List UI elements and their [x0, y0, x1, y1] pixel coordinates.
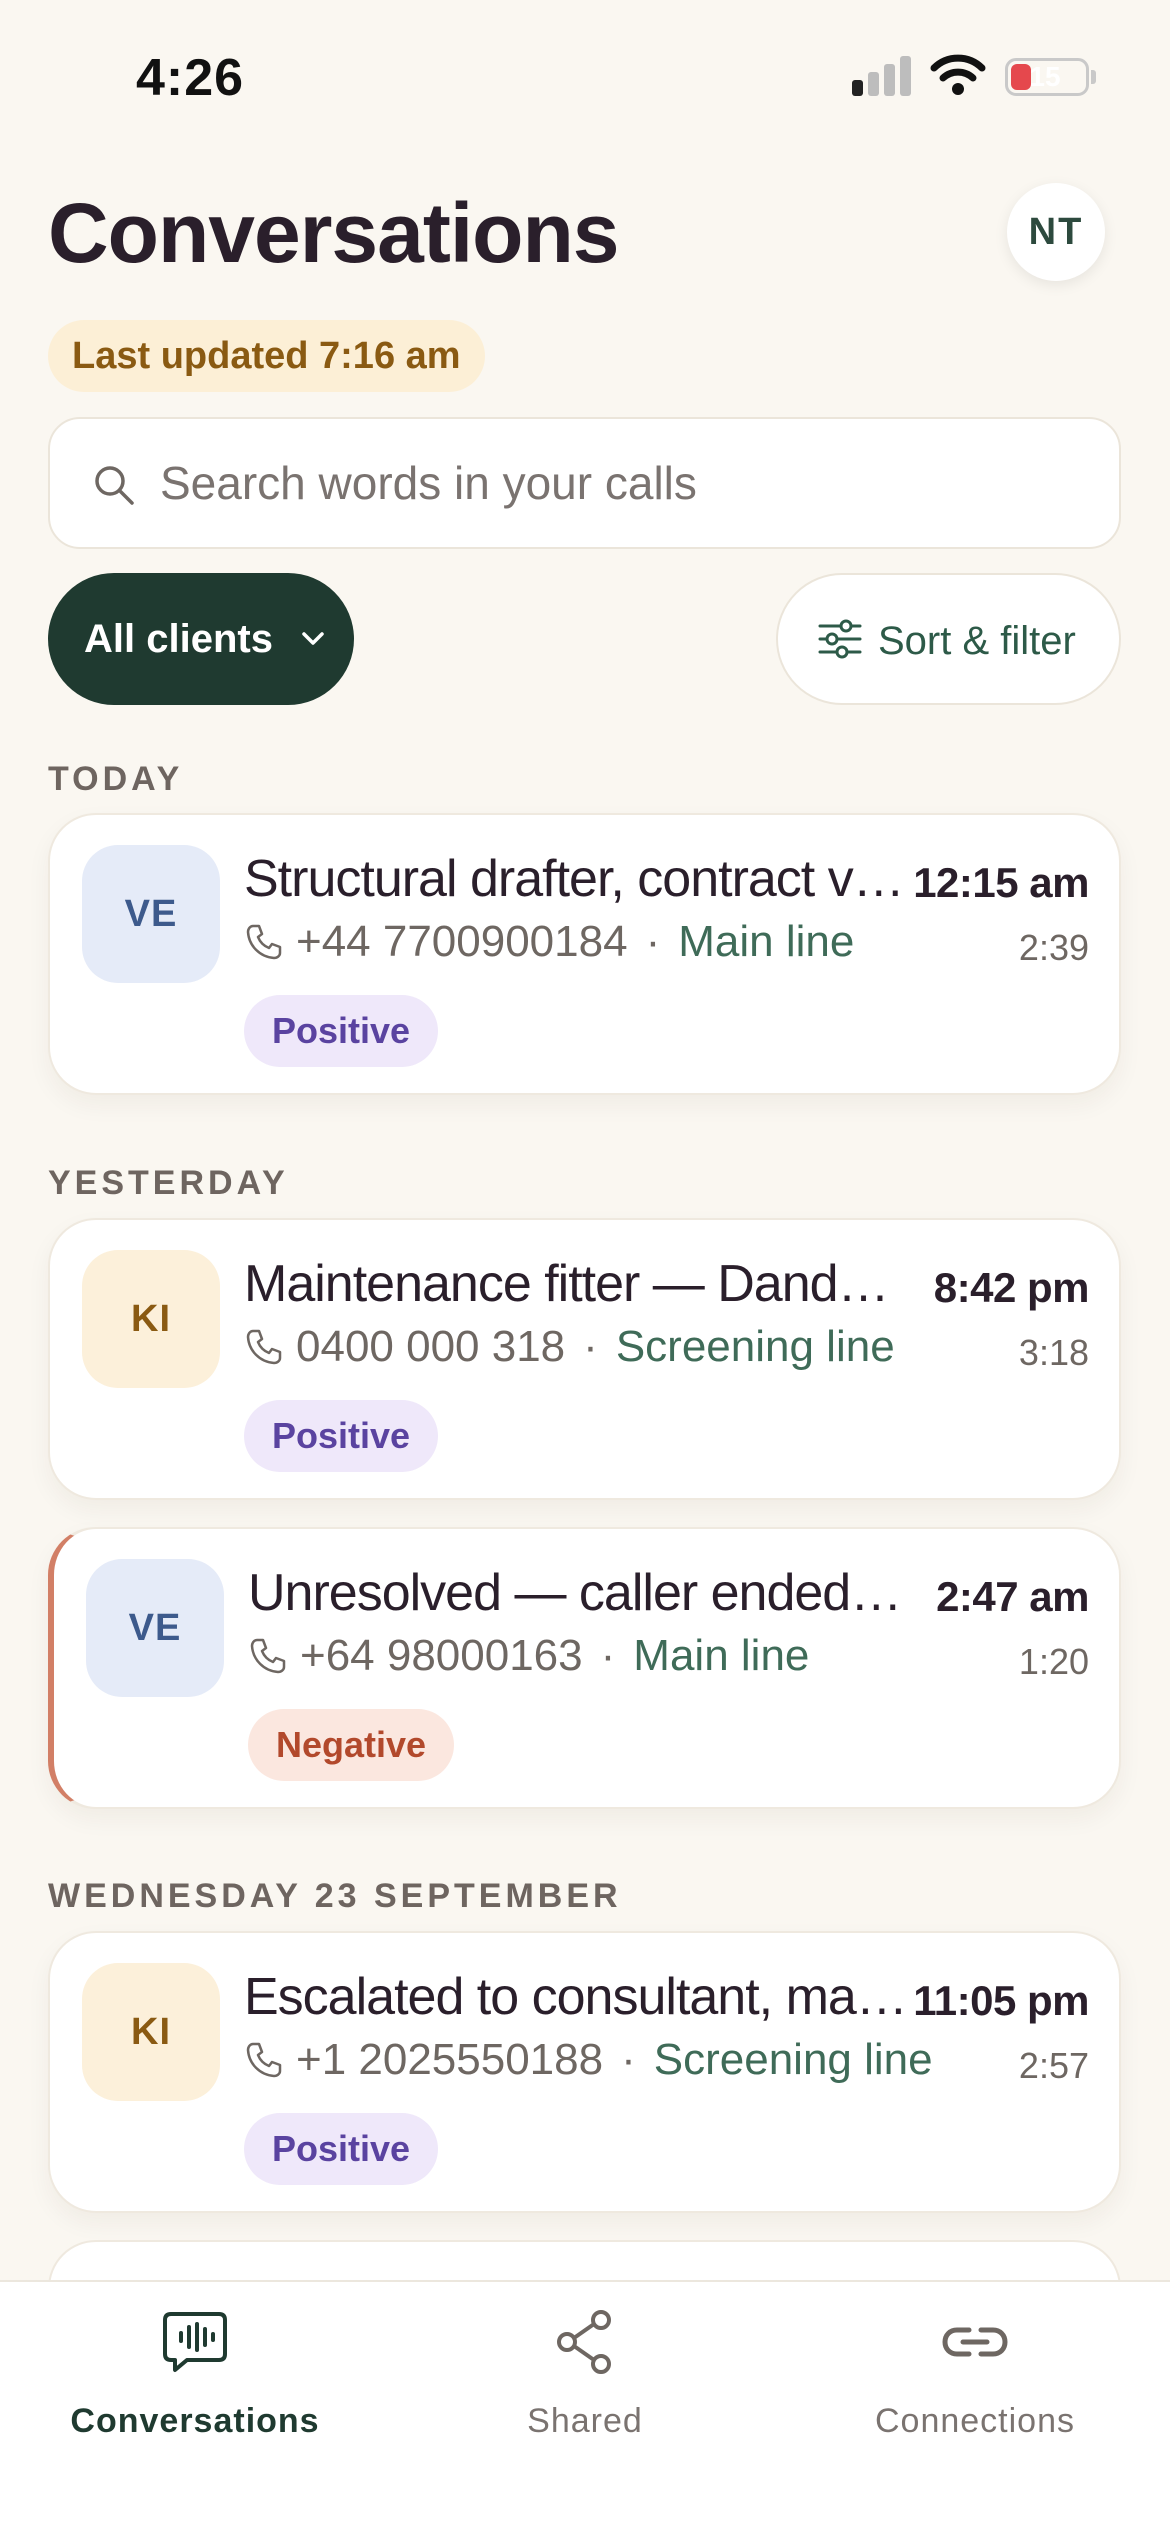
line-name: Main line — [678, 917, 855, 966]
conversation-card[interactable]: KI Maintenance fitter — Dandenong site 8… — [48, 1218, 1121, 1500]
status-time: 4:26 — [136, 49, 245, 107]
sort-filter-label: Sort & filter — [878, 619, 1076, 663]
phone-icon — [246, 1329, 282, 1365]
call-duration: 2:57 — [1018, 2045, 1089, 2086]
section-label-today: TODAY — [48, 760, 184, 798]
sentiment-badge: Positive — [244, 1400, 439, 1472]
conversation-time: 12:15 am — [913, 859, 1089, 906]
search-input[interactable] — [160, 419, 1060, 547]
conversation-title: Structural drafter, contract vacancy — [244, 850, 909, 908]
line-name: Main line — [633, 1631, 810, 1680]
profile-avatar[interactable]: NT — [1007, 183, 1105, 281]
section-label-wednesday: WEDNESDAY 23 SEPTEMBER — [48, 1877, 622, 1915]
conversation-meta: 0400 000 318 · Screening line — [244, 1322, 944, 1372]
section-label-yesterday: YESTERDAY — [48, 1164, 289, 1202]
conversation-meta: +64 98000163 · Main line — [248, 1631, 948, 1681]
tab-label: Connections — [874, 2402, 1075, 2440]
conversation-meta: +1 2025550188 · Screening line — [244, 2035, 944, 2085]
tab-label: Shared — [527, 2402, 643, 2440]
line-name: Screening line — [615, 1322, 895, 1371]
sentiment-badge: Positive — [244, 995, 439, 1067]
conversations-waveform-icon — [163, 2312, 227, 2372]
contact-avatar: VE — [86, 1559, 224, 1697]
conversation-card[interactable]: VE Structural drafter, contract vacancy … — [48, 813, 1121, 1095]
search-bar[interactable] — [48, 417, 1121, 549]
phone-icon — [246, 924, 282, 960]
conversation-time: 2:47 am — [936, 1573, 1089, 1620]
sort-filter-button[interactable]: Sort & filter — [776, 573, 1121, 705]
search-icon — [95, 466, 134, 505]
conversation-title: Unresolved — caller ended the call — [248, 1564, 913, 1622]
contact-avatar: VE — [82, 845, 220, 983]
last-updated-badge: Last updated 7:16 am — [48, 320, 485, 392]
phone-icon — [246, 2042, 282, 2078]
call-duration: 3:18 — [1018, 1332, 1089, 1373]
conversation-title: Maintenance fitter — Dandenong site — [244, 1255, 909, 1313]
status-bar: 4:26 15 — [0, 0, 1170, 140]
tab-shared[interactable]: Shared — [390, 2282, 780, 2482]
tab-label: Conversations — [70, 2402, 320, 2440]
caller-number: +44 7700900184 — [296, 917, 628, 966]
contact-avatar: KI — [82, 1963, 220, 2101]
line-name: Screening line — [653, 2035, 933, 2084]
conversation-card[interactable]: KI Escalated to consultant, manager call… — [48, 1931, 1121, 2213]
conversation-time: 11:05 pm — [913, 1977, 1089, 2024]
page-title: Conversations — [48, 186, 619, 280]
battery-icon: 15 — [1005, 58, 1089, 96]
conversation-card[interactable]: VE Unresolved — caller ended the call 2:… — [48, 1527, 1121, 1809]
tab-conversations[interactable]: Conversations — [0, 2282, 390, 2482]
caller-number: +1 2025550188 — [296, 2035, 604, 2084]
caller-number: +64 98000163 — [300, 1631, 583, 1680]
conversation-title: Escalated to consultant, manager callbac… — [244, 1968, 909, 2026]
all-clients-label: All clients — [84, 616, 273, 661]
share-icon — [557, 2310, 611, 2374]
sliders-icon — [818, 619, 862, 659]
sentiment-badge: Negative — [248, 1709, 455, 1781]
conversation-time: 8:42 pm — [933, 1264, 1090, 1311]
tab-bar: Conversations Shared Connections — [0, 2280, 1170, 2532]
call-duration: 1:20 — [1018, 1641, 1089, 1682]
wifi-icon — [930, 54, 986, 95]
phone-icon — [250, 1638, 286, 1674]
call-duration: 2:39 — [1018, 927, 1089, 968]
link-icon — [942, 2327, 1008, 2357]
caller-number: 0400 000 318 — [296, 1322, 566, 1371]
tab-connections[interactable]: Connections — [780, 2282, 1170, 2482]
sentiment-badge: Positive — [244, 2113, 439, 2185]
contact-avatar: KI — [82, 1250, 220, 1388]
all-clients-dropdown[interactable]: All clients — [48, 573, 354, 705]
conversation-meta: +44 7700900184 · Main line — [244, 917, 944, 967]
battery-level: 15 — [1029, 61, 1061, 92]
chevron-down-icon — [302, 632, 324, 645]
cellular-signal-icon — [852, 56, 916, 96]
